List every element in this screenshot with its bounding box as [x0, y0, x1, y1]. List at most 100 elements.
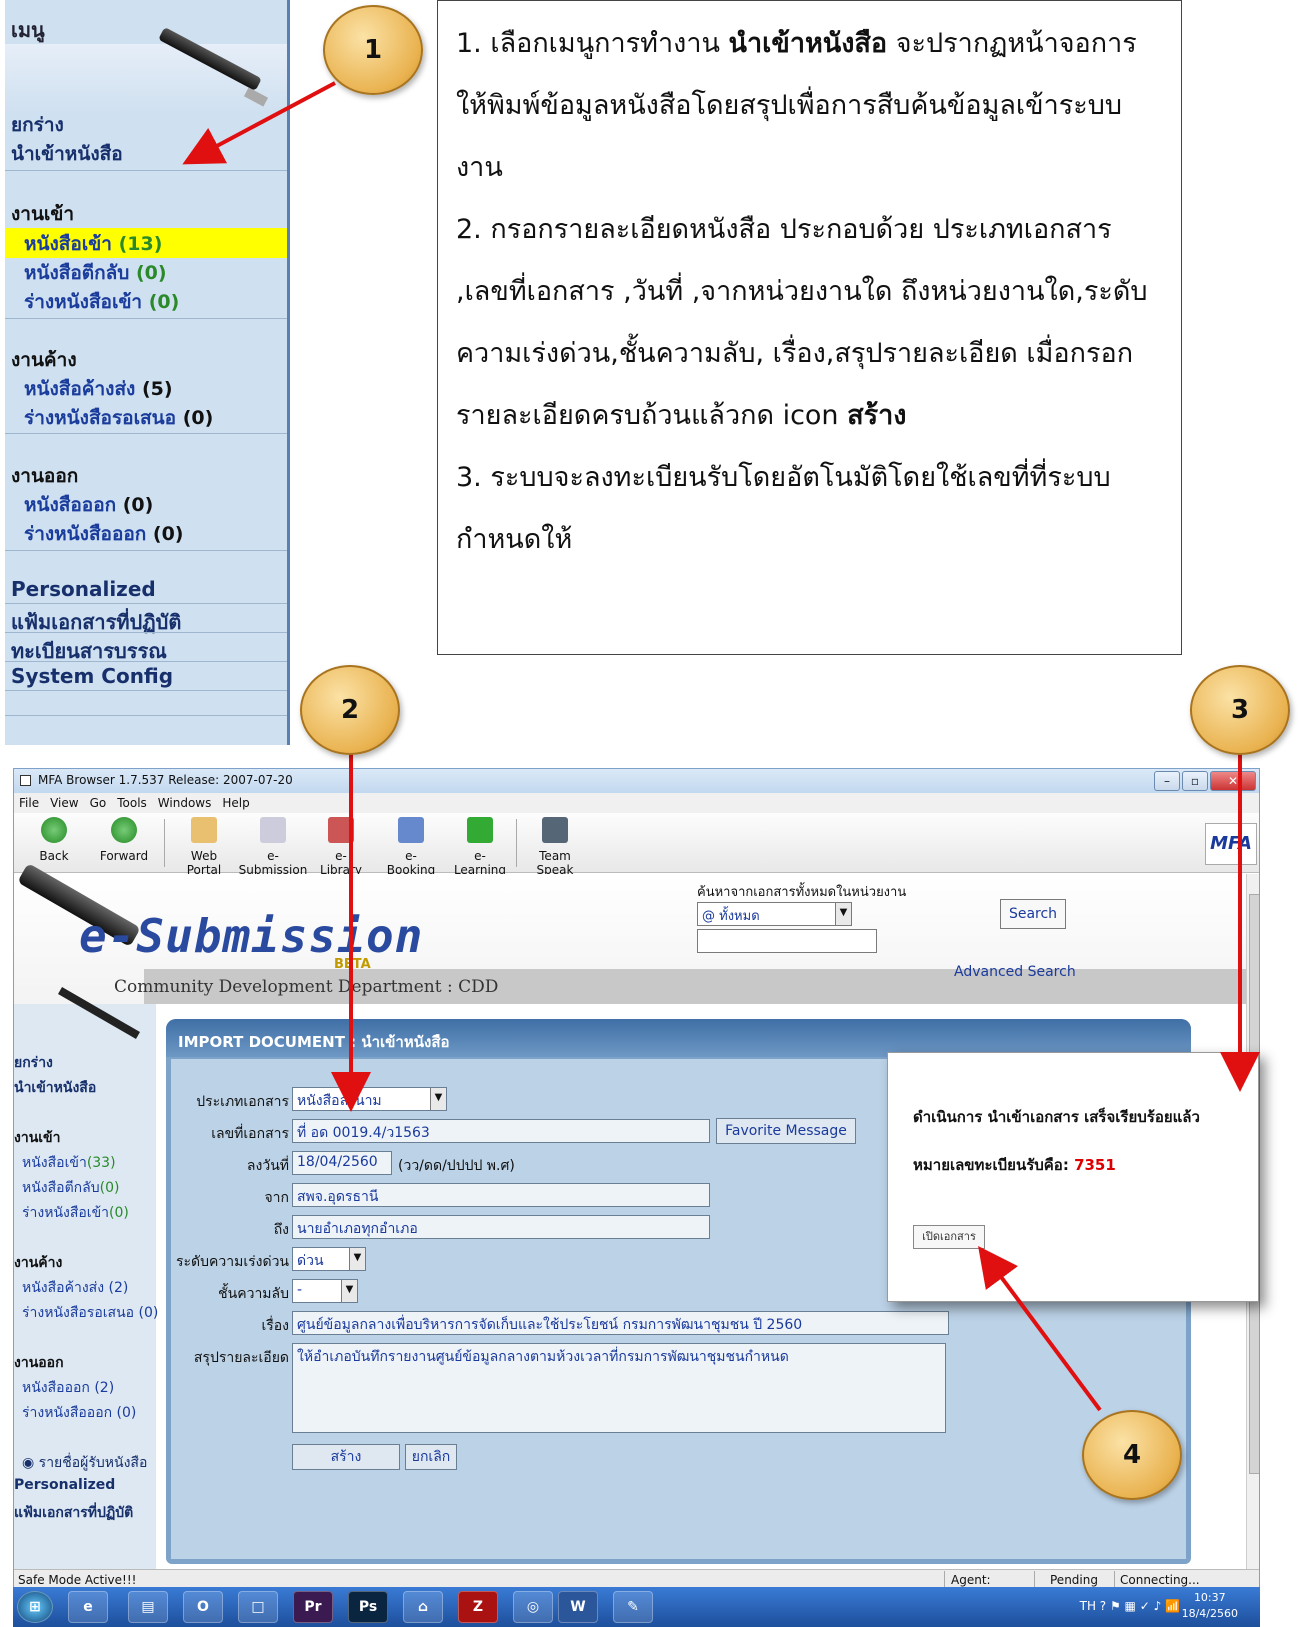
- nav-pending-send[interactable]: หนังสือค้างส่ง (2): [22, 1277, 128, 1299]
- paint-icon[interactable]: ✎: [613, 1591, 653, 1623]
- nav-import-book[interactable]: นำเข้าหนังสือ: [14, 1077, 96, 1099]
- menu-registry[interactable]: ทะเบียนสารบรรณ: [11, 635, 167, 667]
- brand-logo: e-Submission: [79, 909, 424, 963]
- web-portal-button[interactable]: Web Portal: [174, 817, 234, 877]
- app-window-icon[interactable]: □: [238, 1591, 278, 1623]
- e-learning-button[interactable]: e-Learning: [451, 817, 509, 877]
- word-icon[interactable]: W: [558, 1591, 598, 1623]
- title-bar: MFA Browser 1.7.537 Release: 2007-07-20 …: [14, 769, 1259, 793]
- pen-icon: [158, 26, 262, 92]
- favorite-message-button[interactable]: Favorite Message: [716, 1118, 856, 1144]
- menu-system-config[interactable]: System Config: [11, 664, 173, 688]
- instruction-step-3: 3. ระบบจะลงทะเบียนรับโดยอัตโนมัติโดยใช้เ…: [456, 462, 1111, 555]
- nav-outgoing-books[interactable]: หนังสือออก (2): [22, 1377, 114, 1399]
- menu-outgoing-books[interactable]: หนังสือออก (0): [24, 490, 153, 520]
- explorer-icon[interactable]: ▤: [128, 1591, 168, 1623]
- search-input[interactable]: [697, 929, 877, 953]
- language-indicator[interactable]: TH: [1080, 1599, 1096, 1613]
- advanced-search-link[interactable]: Advanced Search: [954, 964, 1076, 980]
- search-scope-select[interactable]: @ ทั้งหมด ▼: [697, 902, 852, 926]
- e-submission-label: e-Submission: [238, 849, 308, 877]
- menu-file[interactable]: File: [19, 796, 39, 810]
- photoshop-icon[interactable]: Ps: [348, 1591, 388, 1623]
- premiere-icon[interactable]: Pr: [293, 1591, 333, 1623]
- step1-text-a: 1. เลือกเมนูการทำงาน: [456, 28, 729, 59]
- start-button[interactable]: ⊞: [17, 1591, 53, 1623]
- toolbar-separator: [164, 819, 165, 867]
- menu-outgoing-books-label: หนังสือออก: [24, 494, 117, 516]
- nav-recipients[interactable]: ◉ รายชื่อผู้รับหนังสือ: [22, 1452, 147, 1474]
- callout-1: 1: [323, 5, 423, 95]
- chrome-icon[interactable]: ◎: [513, 1591, 553, 1623]
- nav-work-folder[interactable]: แฟ้มเอกสารที่ปฏิบัติ: [14, 1502, 133, 1524]
- nav-incoming-books-label: หนังสือเข้า: [22, 1155, 87, 1171]
- e-submission-button[interactable]: e-Submission: [237, 817, 309, 877]
- divider: [5, 661, 287, 662]
- open-document-button[interactable]: เปิดเอกสาร: [913, 1225, 985, 1249]
- forward-button[interactable]: Forward: [99, 817, 149, 863]
- back-button[interactable]: Back: [34, 817, 74, 863]
- doc-no-input[interactable]: ที่ อด 0019.4/ว1563: [292, 1119, 710, 1143]
- maximize-button[interactable]: ▫: [1182, 771, 1208, 791]
- ie-icon[interactable]: e: [68, 1591, 108, 1623]
- menu-draft[interactable]: ยกร่าง: [11, 110, 64, 140]
- nav-personalized[interactable]: Personalized: [14, 1477, 115, 1493]
- nav-returned-books[interactable]: หนังสือตีกลับ(0): [22, 1177, 119, 1199]
- nav-draft[interactable]: ยกร่าง: [14, 1052, 53, 1074]
- menu-draft-incoming[interactable]: ร่างหนังสือเข้า (0): [24, 287, 179, 317]
- menu-incoming-books[interactable]: หนังสือเข้า (13): [24, 229, 162, 259]
- search-button[interactable]: Search: [1000, 899, 1066, 929]
- team-speak-button[interactable]: Team Speak: [524, 817, 586, 877]
- nav-draft-propose[interactable]: ร่างหนังสือรอเสนอ (0): [22, 1302, 158, 1324]
- minimize-button[interactable]: –: [1154, 771, 1180, 791]
- nav-draft-outgoing[interactable]: ร่างหนังสือออก (0): [22, 1402, 136, 1424]
- menu-draft-outgoing[interactable]: ร่างหนังสือออก (0): [24, 519, 184, 549]
- menu-pending-send[interactable]: หนังสือค้างส่ง (5): [24, 374, 173, 404]
- urgency-select[interactable]: ด่วน ▼: [292, 1247, 366, 1271]
- summary-textarea[interactable]: ให้อำเภอบันทึกรายงานศูนย์ข้อมูลกลางตามห้…: [292, 1343, 946, 1433]
- e-booking-label: e-Booking: [386, 849, 436, 877]
- doc-type-select[interactable]: หนังสือลงนาม ▼: [292, 1087, 447, 1111]
- from-input[interactable]: สพจ.อุดรธานี: [292, 1183, 710, 1207]
- agent-status: Agent:: [951, 1573, 991, 1587]
- chevron-down-icon: ▼: [341, 1280, 357, 1302]
- nav-incoming-books-count: (33): [86, 1155, 116, 1171]
- network-icon[interactable]: ⌂: [403, 1591, 443, 1623]
- to-input[interactable]: นายอำเภอทุกอำเภอ: [292, 1215, 710, 1239]
- forward-arrow-icon: [111, 817, 137, 843]
- menu-help[interactable]: Help: [222, 796, 249, 810]
- close-button[interactable]: ✕: [1210, 771, 1256, 791]
- department-name: Community Development Department : CDD: [114, 977, 499, 997]
- secrecy-label: ชั้นความลับ: [218, 1286, 289, 1302]
- e-booking-button[interactable]: e-Booking: [382, 817, 440, 877]
- nav-incoming-books[interactable]: หนังสือเข้า(33): [22, 1152, 116, 1174]
- home-icon: [191, 817, 217, 843]
- outlook-icon[interactable]: O: [183, 1591, 223, 1623]
- menu-personalized[interactable]: Personalized: [11, 577, 156, 601]
- cancel-button[interactable]: ยกเลิก: [405, 1444, 457, 1470]
- beta-badge: BETA: [334, 957, 371, 972]
- filezilla-icon[interactable]: Z: [458, 1591, 498, 1623]
- menu-import-book[interactable]: นำเข้าหนังสือ: [11, 139, 123, 169]
- menu-go[interactable]: Go: [90, 796, 107, 810]
- clock[interactable]: 10:37 18/4/2560: [1182, 1590, 1238, 1622]
- create-button[interactable]: สร้าง: [292, 1444, 400, 1470]
- divider: [5, 550, 287, 551]
- registration-value: 7351: [1074, 1156, 1116, 1174]
- date-input[interactable]: 18/04/2560: [292, 1151, 392, 1175]
- menu-draft-propose[interactable]: ร่างหนังสือรอเสนอ (0): [24, 403, 213, 433]
- menu-view[interactable]: View: [50, 796, 78, 810]
- team-speak-icon: [542, 817, 568, 843]
- subject-input[interactable]: ศูนย์ข้อมูลกลางเพื่อบริหารการจัดเก็บและใ…: [292, 1311, 949, 1335]
- menu-tools[interactable]: Tools: [117, 796, 147, 810]
- e-library-button[interactable]: e-Library: [316, 817, 366, 877]
- secrecy-select[interactable]: - ▼: [292, 1279, 358, 1303]
- nav-returned-books-count: (0): [99, 1180, 120, 1196]
- menu-windows[interactable]: Windows: [158, 796, 212, 810]
- menu-draft-incoming-count: (0): [148, 291, 180, 313]
- nav-draft-incoming[interactable]: ร่างหนังสือเข้า(0): [22, 1202, 129, 1224]
- edit-document-icon: [260, 817, 286, 843]
- menu-returned-books[interactable]: หนังสือตีกลับ (0): [24, 258, 167, 288]
- menu-work-folder[interactable]: แฟ้มเอกสารที่ปฏิบัติ: [11, 606, 181, 638]
- divider: [5, 632, 287, 633]
